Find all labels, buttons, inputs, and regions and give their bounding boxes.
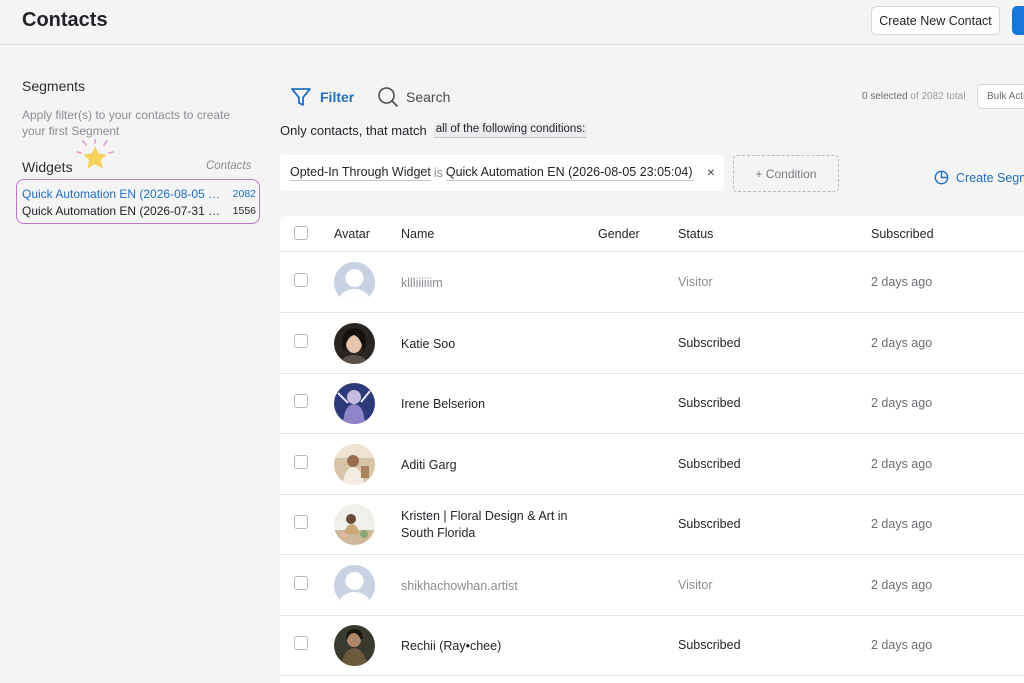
match-mode-select[interactable]: all of the following conditions: — [433, 123, 588, 138]
condition-value[interactable]: Quick Automation EN (2026-08-05 23:05:04… — [445, 165, 693, 181]
widgets-list: Quick Automation EN (2026-08-05 23:05:04… — [16, 179, 260, 224]
contact-name[interactable]: Aditi Garg — [401, 457, 581, 474]
contact-name[interactable]: shikhachowhan.artist — [401, 578, 581, 595]
user-placeholder-icon — [334, 565, 375, 606]
row-checkbox[interactable] — [294, 636, 308, 650]
contact-status: Visitor — [678, 578, 713, 592]
contact-name[interactable]: Rechii (Ray•chee) — [401, 638, 581, 655]
condition-field[interactable]: Opted-In Through Widget — [290, 165, 431, 181]
contact-subscribed: 2 days ago — [871, 578, 933, 592]
row-checkbox[interactable] — [294, 273, 308, 287]
selection-summary: 0 selected of 2082 total — [862, 91, 965, 102]
contact-name[interactable]: kllliiiiiim — [401, 275, 581, 292]
contact-subscribed: 2 days ago — [871, 457, 933, 471]
contacts-column-label: Contacts — [206, 160, 252, 172]
segments-description: Apply filter(s) to your contacts to crea… — [22, 108, 231, 138]
widget-item-name: Quick Automation EN (2026-08-05 23:05:04… — [22, 187, 224, 201]
contact-subscribed: 2 days ago — [871, 638, 933, 652]
search-button[interactable]: Search — [377, 85, 450, 109]
table-row[interactable]: shikhachowhan.artist Visitor 2 days ago — [280, 555, 1024, 616]
contact-status: Subscribed — [678, 638, 741, 652]
user-placeholder-icon — [334, 262, 375, 303]
table-row[interactable]: Kristen | Floral Design & Art in South F… — [280, 494, 1024, 555]
add-condition-button[interactable]: + Condition — [733, 155, 839, 192]
bulk-actions-button[interactable]: Bulk Actions — [977, 84, 1024, 109]
widgets-label: Widgets — [22, 159, 73, 175]
contact-status: Subscribed — [678, 336, 741, 350]
filter-icon — [291, 88, 311, 106]
sidebar: Segments Apply filter(s) to your contact… — [0, 46, 270, 683]
total-count: of 2082 total — [910, 91, 966, 102]
selected-count: 0 selected — [862, 91, 908, 102]
create-new-contact-button[interactable]: Create New Contact — [871, 6, 1000, 35]
table-row[interactable]: kllliiiiiim Visitor 2 days ago — [280, 252, 1024, 313]
pie-chart-icon — [934, 170, 949, 185]
create-segment-button[interactable]: Create Segment — [934, 170, 1024, 185]
condition-chip[interactable]: Opted-In Through Widget is Quick Automat… — [280, 155, 724, 191]
primary-action-button[interactable] — [1012, 6, 1024, 35]
widget-item-count: 1556 — [232, 205, 256, 217]
row-checkbox[interactable] — [294, 334, 308, 348]
condition-operator: is — [433, 166, 443, 180]
row-checkbox[interactable] — [294, 394, 308, 408]
contact-name[interactable]: Irene Belserion — [401, 396, 581, 413]
widget-item-count: 2082 — [232, 188, 256, 200]
contact-name[interactable]: Kristen | Floral Design & Art in South F… — [401, 508, 581, 542]
match-line: Only contacts, that match all of the fol… — [280, 123, 588, 138]
column-subscribed[interactable]: Subscribed — [871, 227, 934, 241]
widget-item[interactable]: Quick Automation EN (2026-07-31 20:11:47… — [22, 204, 256, 220]
table-row[interactable]: Aditi Garg Subscribed 2 days ago — [280, 434, 1024, 495]
widget-item-name: Quick Automation EN (2026-07-31 20:11:47… — [22, 204, 224, 218]
page-title: Contacts — [22, 9, 108, 31]
avatar — [334, 504, 375, 545]
close-icon[interactable]: × — [707, 164, 715, 180]
contact-subscribed: 2 days ago — [871, 275, 933, 289]
row-checkbox[interactable] — [294, 515, 308, 529]
table-row[interactable]: Rechii (Ray•chee) Subscribed 2 days ago — [280, 615, 1024, 676]
table-row[interactable]: Irene Belserion Subscribed 2 days ago — [280, 373, 1024, 434]
search-label: Search — [406, 89, 451, 105]
contact-name[interactable]: Katie Soo — [401, 336, 581, 353]
table-header: Avatar Name Gender Status Subscribed — [280, 216, 1024, 252]
widget-item-active[interactable]: Quick Automation EN (2026-08-05 23:05:04… — [22, 187, 256, 203]
select-all-checkbox[interactable] — [294, 226, 308, 240]
filter-button[interactable]: Filter — [290, 85, 354, 109]
contact-subscribed: 2 days ago — [871, 396, 933, 410]
contact-status: Subscribed — [678, 517, 741, 531]
contact-status: Visitor — [678, 275, 713, 289]
row-checkbox[interactable] — [294, 455, 308, 469]
contacts-table: Avatar Name Gender Status Subscribed kll… — [280, 216, 1024, 683]
segments-title: Segments — [22, 78, 86, 94]
avatar — [334, 323, 375, 364]
column-gender[interactable]: Gender — [598, 227, 640, 241]
match-prefix: Only contacts, that match — [280, 123, 427, 138]
avatar — [334, 625, 375, 666]
contact-subscribed: 2 days ago — [871, 517, 933, 531]
avatar — [334, 383, 375, 424]
search-icon — [378, 87, 398, 107]
top-bar: Contacts Create New Contact — [0, 0, 1024, 45]
column-name[interactable]: Name — [401, 227, 434, 241]
column-avatar: Avatar — [334, 227, 370, 241]
table-row[interactable]: Katie Soo Subscribed 2 days ago — [280, 313, 1024, 374]
contact-subscribed: 2 days ago — [871, 336, 933, 350]
filter-label: Filter — [320, 89, 355, 105]
row-checkbox[interactable] — [294, 576, 308, 590]
column-status[interactable]: Status — [678, 227, 713, 241]
star-doodle-icon — [76, 139, 114, 169]
create-segment-label: Create Segment — [956, 170, 1024, 185]
contact-status: Subscribed — [678, 396, 741, 410]
avatar — [334, 444, 375, 485]
contact-status: Subscribed — [678, 457, 741, 471]
